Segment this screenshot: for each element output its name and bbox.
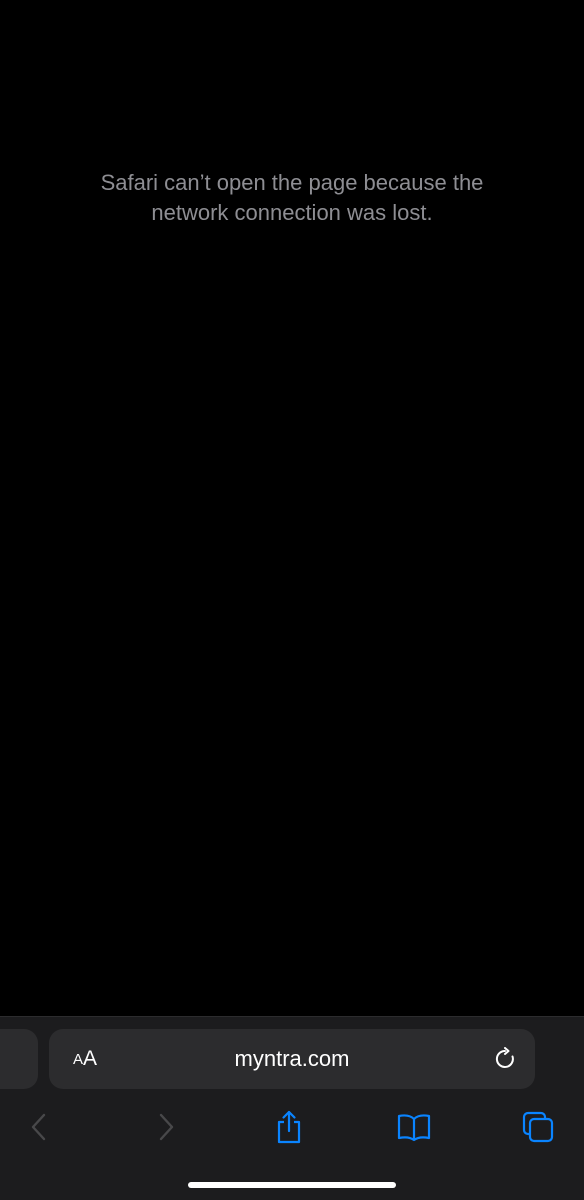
share-icon <box>277 1110 301 1144</box>
reload-button[interactable] <box>489 1043 521 1075</box>
previous-tab-card[interactable] <box>0 1029 38 1089</box>
book-icon <box>397 1114 431 1142</box>
home-indicator[interactable] <box>188 1182 396 1188</box>
tabs-button[interactable] <box>516 1105 560 1149</box>
reader-large-a: A <box>83 1047 98 1070</box>
navigation-row <box>0 1105 584 1149</box>
reload-icon <box>495 1047 514 1068</box>
reader-small-a: A <box>72 1050 83 1068</box>
error-message: Safari can’t open the page because the n… <box>100 170 484 225</box>
address-bar[interactable]: AA myntra.com <box>49 1029 535 1089</box>
share-button[interactable] <box>267 1105 311 1149</box>
back-button[interactable] <box>17 1105 61 1149</box>
chevron-left-icon <box>31 1113 46 1141</box>
bookmarks-button[interactable] <box>392 1105 436 1149</box>
safari-bottom-toolbar: AA myntra.com <box>0 1016 584 1200</box>
forward-button[interactable] <box>144 1105 188 1149</box>
url-text[interactable]: myntra.com <box>129 1029 455 1089</box>
web-content: Safari can’t open the page because the n… <box>0 0 584 1016</box>
tabs-icon <box>522 1111 554 1143</box>
chevron-right-icon <box>159 1113 174 1141</box>
reader-options-button[interactable]: AA <box>63 1029 107 1089</box>
